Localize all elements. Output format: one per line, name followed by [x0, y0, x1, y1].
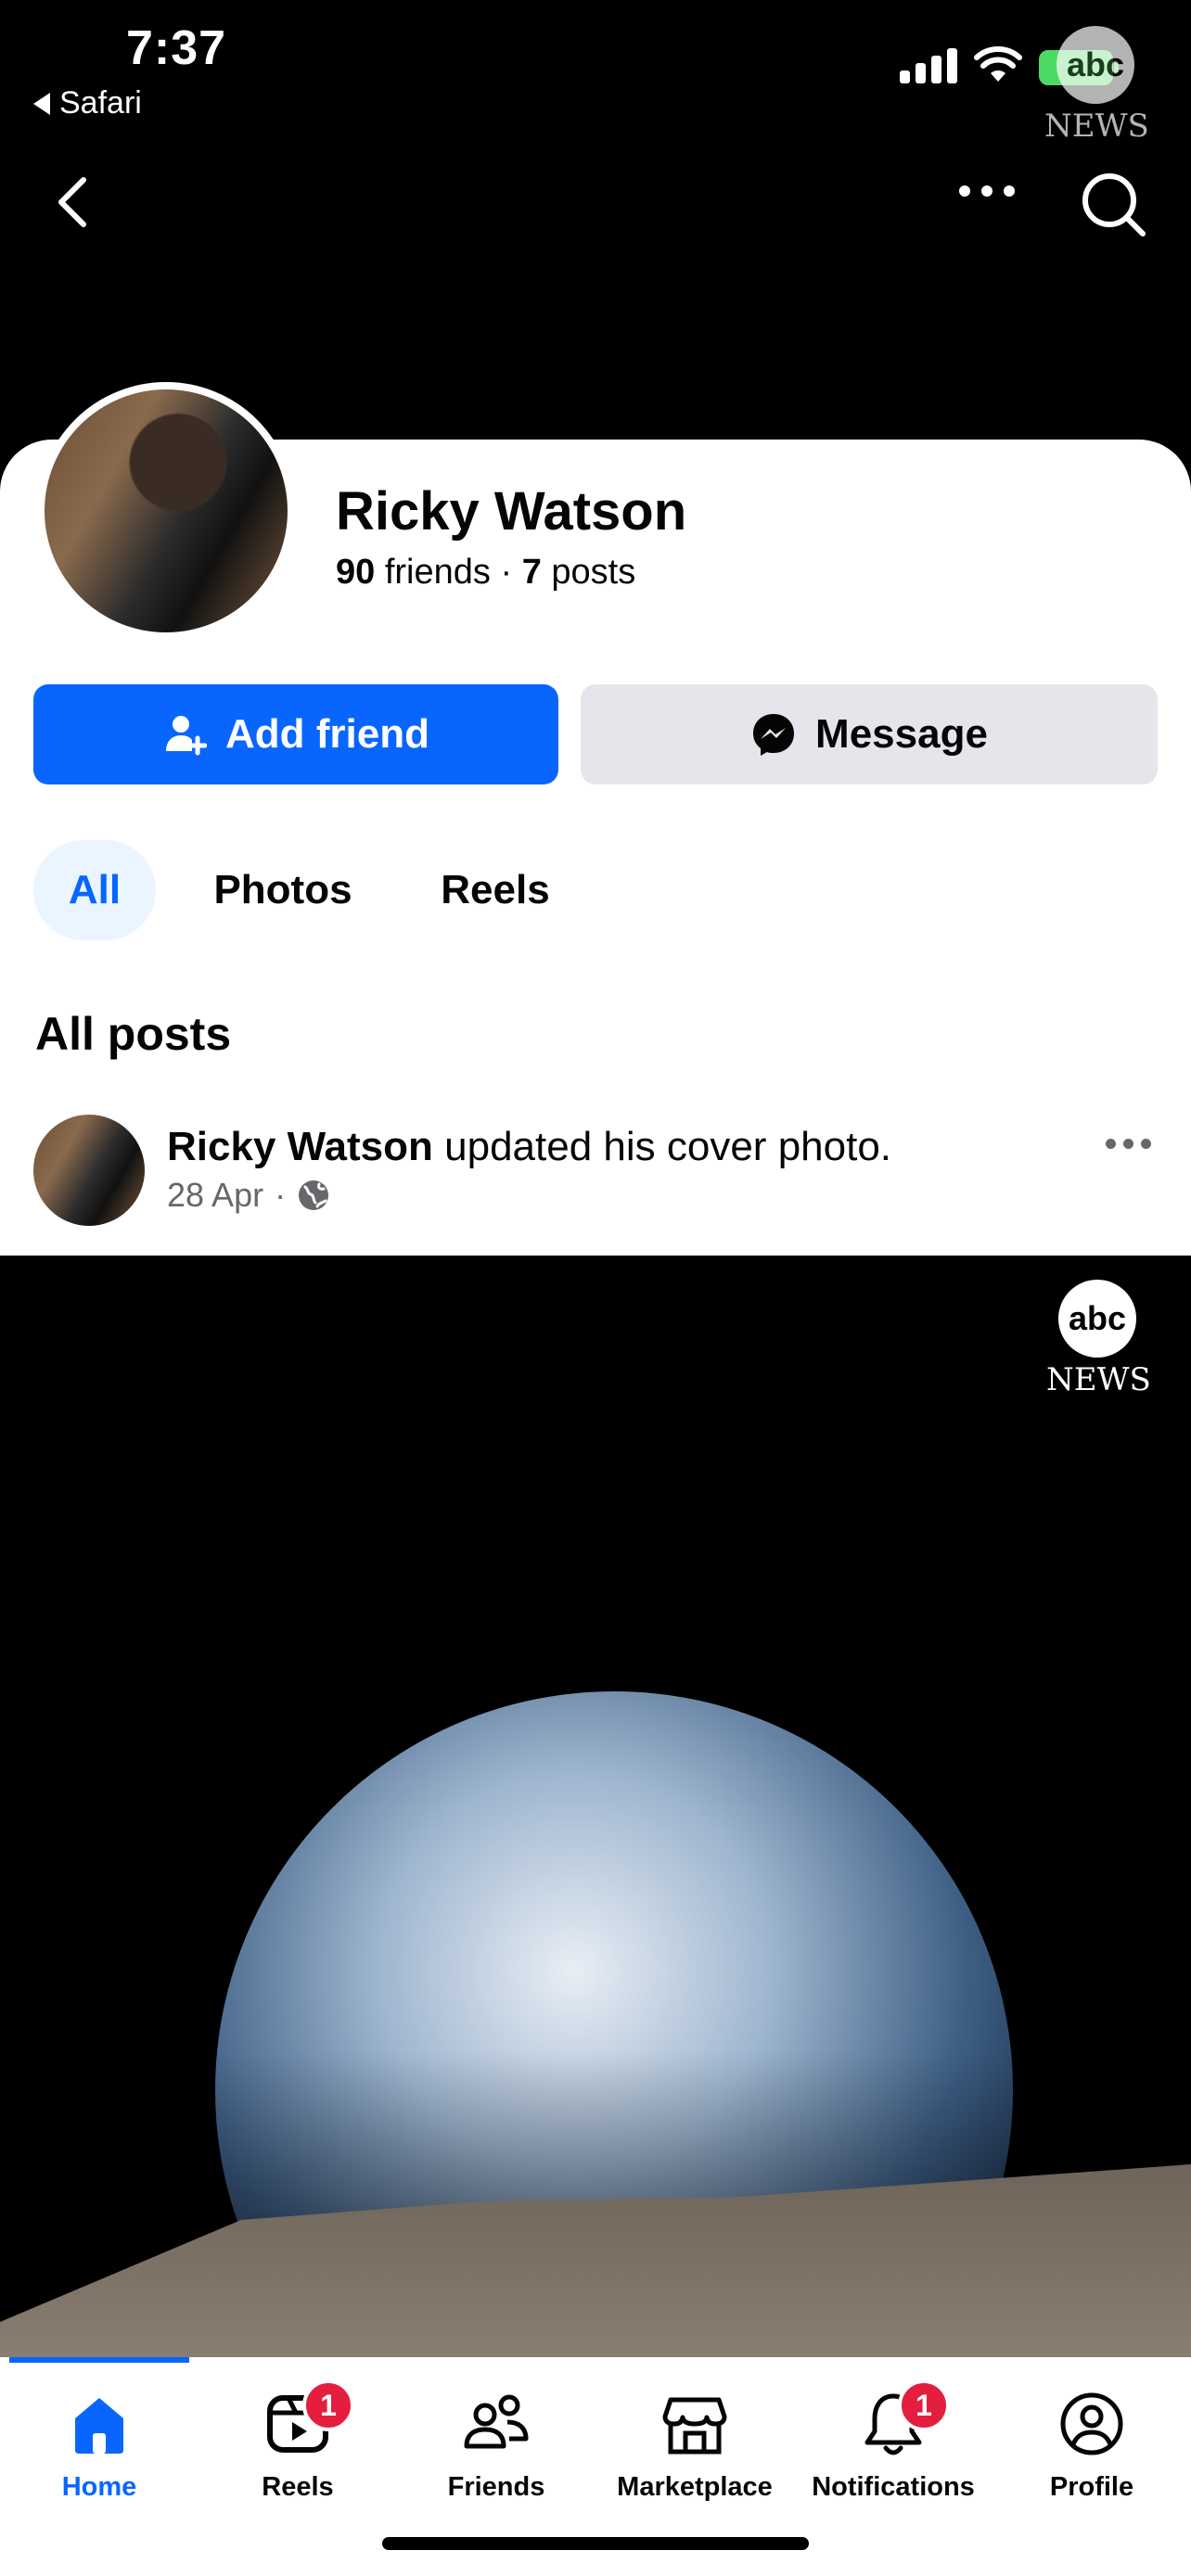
add-person-icon	[166, 716, 207, 756]
post-meta: 28 Apr ·	[167, 1176, 330, 1215]
posts-count: 7	[521, 553, 542, 592]
status-bar: 7:37 Safari abc NEWS	[0, 0, 1191, 145]
tab-notifications-label: Notifications	[812, 2472, 975, 2502]
post-date[interactable]: 28 Apr	[167, 1176, 263, 1215]
friends-label[interactable]: friends	[385, 553, 491, 592]
profile-name: Ricky Watson	[336, 481, 687, 542]
profile-avatar-image	[45, 389, 288, 632]
post-author-avatar[interactable]	[33, 1115, 145, 1226]
add-friend-button[interactable]: Add friend	[33, 684, 558, 784]
abc-logo-circle: abc	[1057, 26, 1134, 104]
friends-icon	[464, 2394, 529, 2449]
message-button[interactable]: Message	[581, 684, 1158, 784]
home-indicator[interactable]	[382, 2537, 809, 2550]
filter-chip-photos[interactable]: Photos	[186, 840, 380, 940]
reels-badge: 1	[302, 2379, 354, 2431]
tab-home[interactable]: Home	[0, 2357, 198, 2524]
message-label: Message	[815, 711, 988, 757]
cellular-signal-icon	[900, 48, 957, 83]
earthrise-image	[0, 1691, 1191, 2359]
post-header-text: Ricky Watson updated his cover photo.	[167, 1124, 891, 1170]
add-friend-label: Add friend	[225, 711, 429, 757]
post-meta-separator: ·	[275, 1176, 287, 1214]
section-title: All posts	[35, 1008, 232, 1060]
posts-label: posts	[551, 553, 636, 592]
abc-cover-logo-circle: abc	[1058, 1280, 1136, 1358]
abc-news-cover-logo: abc NEWS	[1046, 1280, 1151, 1409]
profile-stats: 90 friends · 7 posts	[336, 553, 635, 593]
tab-home-label: Home	[61, 2472, 137, 2502]
tab-notifications[interactable]: 1 Notifications	[794, 2357, 992, 2524]
stats-separator: ·	[500, 553, 513, 592]
news-cover-logo-text: NEWS	[1046, 1361, 1151, 1398]
friends-count: 90	[336, 553, 376, 592]
back-app-label: Safari	[59, 85, 142, 121]
globe-icon	[299, 1180, 329, 1210]
messenger-icon	[753, 714, 795, 756]
home-icon	[75, 2398, 123, 2454]
more-options-icon[interactable]	[959, 185, 1015, 197]
cover-photo[interactable]: abc NEWS	[0, 1256, 1191, 2359]
notifications-badge: 1	[898, 2379, 950, 2431]
search-icon[interactable]	[1080, 171, 1146, 237]
post-action-text: updated his cover photo.	[444, 1124, 892, 1169]
back-triangle-icon	[33, 92, 50, 115]
tab-profile[interactable]: Profile	[992, 2357, 1191, 2524]
wifi-icon	[974, 46, 1022, 82]
tab-profile-label: Profile	[1049, 2472, 1134, 2502]
profile-icon	[1060, 2392, 1123, 2455]
news-logo-text: NEWS	[1044, 108, 1149, 145]
abc-news-watermark-logo: abc NEWS	[1044, 26, 1149, 156]
tab-marketplace[interactable]: Marketplace	[596, 2357, 794, 2524]
marketplace-icon	[662, 2397, 727, 2455]
back-to-safari-link[interactable]: Safari	[33, 85, 142, 121]
tab-marketplace-label: Marketplace	[617, 2472, 773, 2502]
back-chevron-icon[interactable]	[46, 172, 102, 232]
filter-chip-all[interactable]: All	[33, 840, 156, 940]
tab-reels-label: Reels	[262, 2472, 334, 2502]
profile-avatar[interactable]	[37, 382, 295, 640]
status-time: 7:37	[126, 21, 227, 75]
filter-chip-reels[interactable]: Reels	[416, 840, 575, 940]
tab-friends-label: Friends	[447, 2472, 545, 2502]
tab-friends[interactable]: Friends	[397, 2357, 596, 2524]
post-author-name[interactable]: Ricky Watson	[167, 1124, 433, 1169]
tab-reels[interactable]: 1 Reels	[198, 2357, 397, 2524]
post-more-options-icon[interactable]	[1106, 1139, 1151, 1149]
